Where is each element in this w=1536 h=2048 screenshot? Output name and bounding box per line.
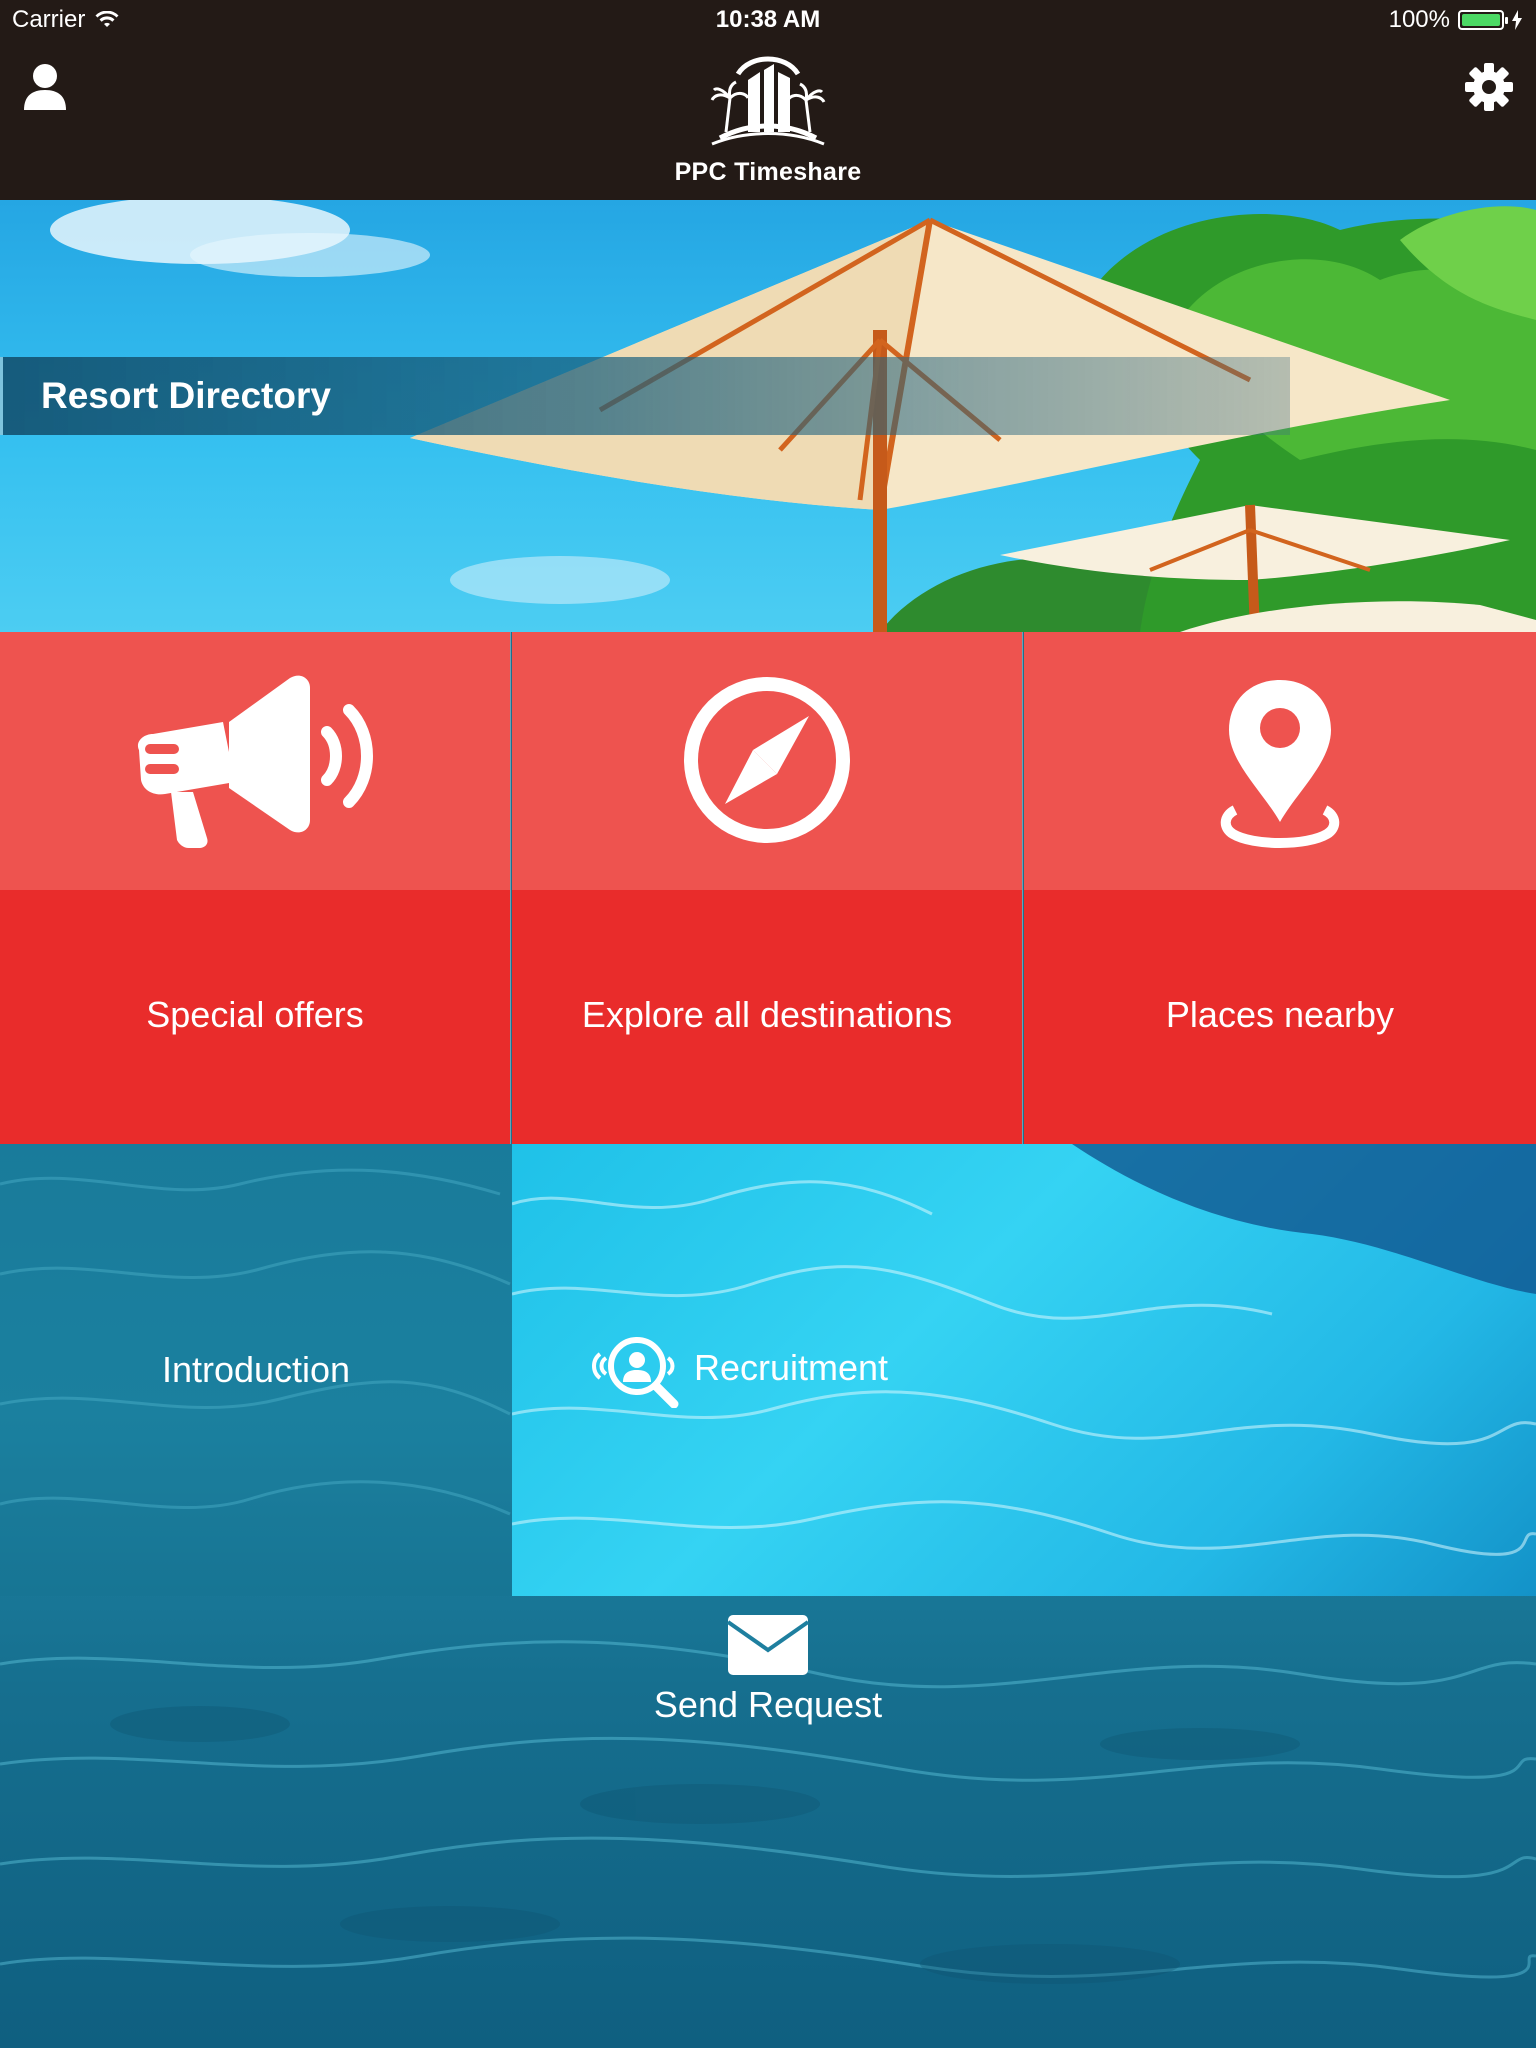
recruitment-item[interactable]: Recruitment (592, 1328, 888, 1408)
introduction-label: Introduction (161, 1349, 351, 1390)
send-request-button[interactable]: Send Request (0, 1614, 1536, 1726)
resort-directory-hero[interactable]: Resort Directory (0, 200, 1536, 632)
recruitment-label: Recruitment (694, 1347, 889, 1388)
gear-icon (1465, 63, 1513, 111)
location-pin-icon (1220, 680, 1340, 848)
nav-bar: PPC Timeshare (0, 40, 1536, 200)
envelope-icon (727, 1615, 809, 1675)
tile-label: Explore all destinations (581, 994, 953, 1035)
send-request-label: Send Request (653, 1684, 883, 1725)
tile-label: Special offers (146, 994, 364, 1035)
resort-logo-icon (710, 56, 826, 146)
user-button[interactable] (22, 62, 68, 112)
hero-title: Resort Directory (41, 375, 331, 416)
user-icon (24, 64, 66, 110)
compass-icon (684, 677, 850, 843)
resort-directory-banner: Resort Directory (0, 357, 1290, 435)
megaphone-icon (137, 675, 373, 848)
recruitment-search-icon (592, 1337, 679, 1408)
introduction-cell[interactable]: Introduction (0, 1144, 512, 1596)
tile-special-offers[interactable]: Special offers (0, 632, 511, 1144)
battery-percent: 100% (1388, 6, 1450, 33)
tile-label: Places nearby (1165, 994, 1395, 1035)
settings-button[interactable] (1464, 62, 1514, 112)
pool-menu-area: Introduction Recruitment Send Request (0, 1144, 1536, 2048)
battery-status: 100% (1389, 6, 1522, 34)
status-bar: Carrier 10:38 AM 100% (0, 0, 1536, 40)
charging-icon (1512, 10, 1522, 30)
brand-logo (690, 48, 846, 148)
feature-tiles: Special offers Explore all destinations … (0, 632, 1536, 1144)
tile-explore-destinations[interactable]: Explore all destinations (512, 632, 1023, 1144)
clock: 10:38 AM (715, 6, 821, 33)
brand-name: PPC Timeshare (674, 158, 862, 186)
tile-places-nearby[interactable]: Places nearby (1024, 632, 1536, 1144)
battery-icon (1458, 10, 1508, 30)
